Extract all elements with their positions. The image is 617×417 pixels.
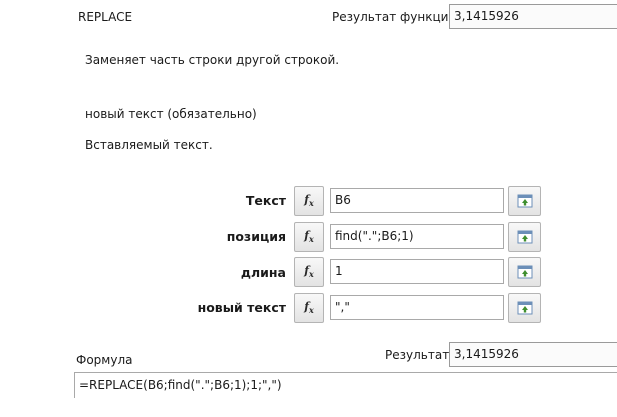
argument-input-new-text[interactable]: ","	[330, 295, 504, 320]
fx-icon: fx	[304, 300, 314, 316]
argument-shrink-button-new-text[interactable]	[508, 293, 541, 323]
argument-input-text[interactable]: B6	[330, 188, 504, 213]
argument-fx-button-position[interactable]: fx	[294, 222, 324, 252]
formula-result-field: 3,1415926	[449, 342, 617, 367]
formula-input[interactable]: =REPLACE(B6;find(".";B6;1);1;",")	[74, 372, 617, 398]
shrink-icon	[517, 265, 532, 279]
argument-label-text: Текст	[245, 193, 286, 208]
argument-shrink-button-position[interactable]	[508, 222, 541, 252]
argument-fx-button-new-text[interactable]: fx	[294, 293, 324, 323]
argument-label-length: длина	[240, 265, 286, 280]
shrink-icon	[517, 230, 532, 244]
argument-input-length[interactable]: 1	[330, 259, 504, 284]
function-name: REPLACE	[78, 10, 133, 24]
function-result-label: Результат функции	[332, 10, 457, 24]
function-result-field: 3,1415926	[449, 4, 617, 29]
formula-result-label: Результат	[385, 348, 450, 362]
argument-shrink-button-length[interactable]	[508, 257, 541, 287]
shrink-icon	[517, 301, 532, 315]
argument-input-position[interactable]: find(".";B6;1)	[330, 224, 504, 249]
formula-label: Формула	[76, 353, 133, 367]
argument-label-new-text: новый текст	[197, 300, 286, 315]
current-argument-description: Вставляемый текст.	[85, 138, 213, 152]
fx-icon: fx	[304, 193, 314, 209]
argument-shrink-button-text[interactable]	[508, 186, 541, 216]
argument-label-position: позиция	[226, 229, 286, 244]
function-description: Заменяет часть строки другой строкой.	[85, 53, 340, 67]
argument-fx-button-length[interactable]: fx	[294, 257, 324, 287]
current-argument-name: новый текст (обязательно)	[85, 107, 257, 121]
shrink-icon	[517, 194, 532, 208]
argument-fx-button-text[interactable]: fx	[294, 186, 324, 216]
fx-icon: fx	[304, 264, 314, 280]
fx-icon: fx	[304, 229, 314, 245]
